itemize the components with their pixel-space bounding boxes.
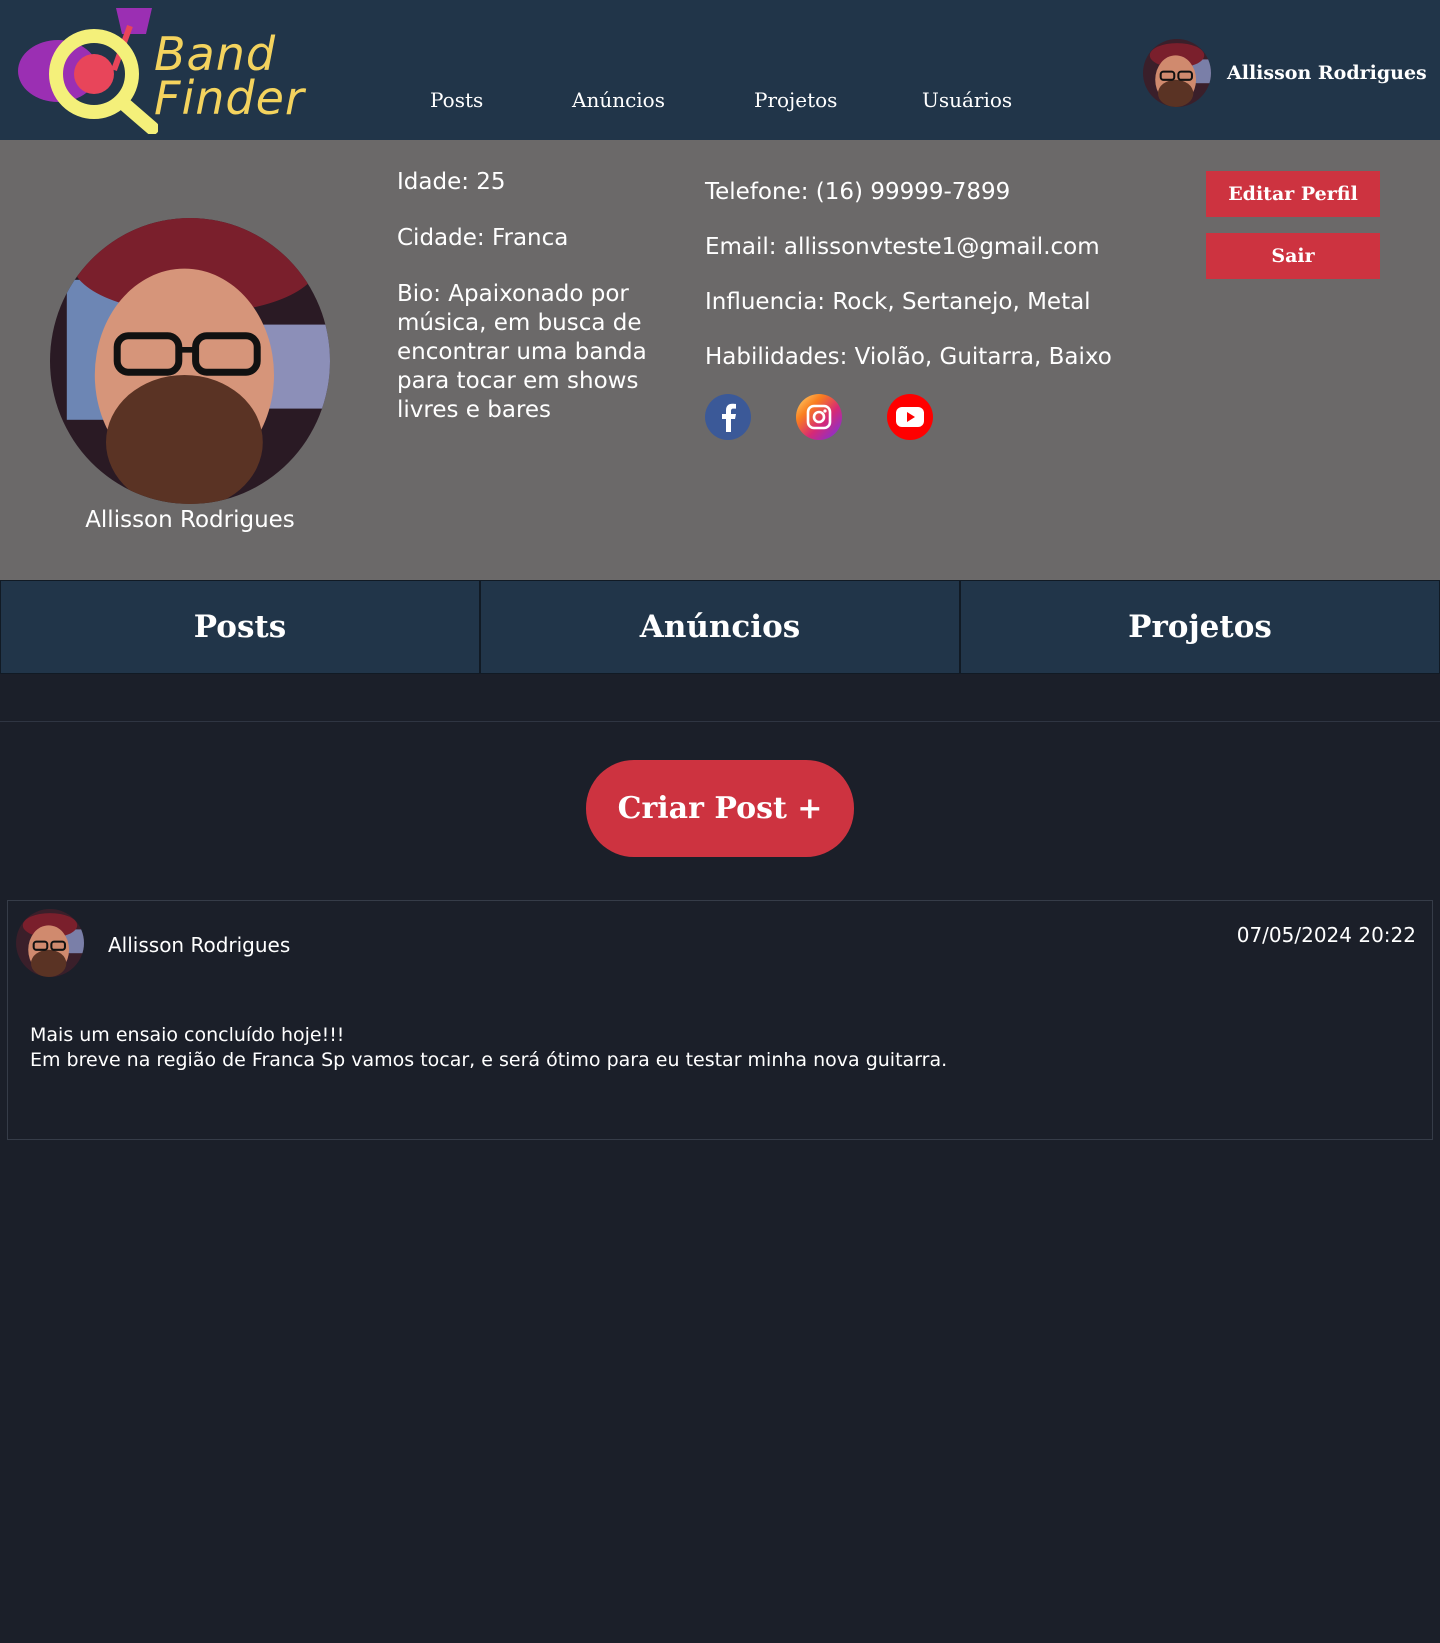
tab-anuncios[interactable]: Anúncios	[480, 580, 960, 674]
profile-tabs: Posts Anúncios Projetos	[0, 580, 1440, 674]
user-menu[interactable]: Allisson Rodrigues	[1143, 38, 1427, 108]
avatar-photo-icon	[16, 909, 84, 977]
top-header: Band Finder Posts Anúncios Projetos Usuá…	[0, 0, 1440, 140]
create-post-button[interactable]: Criar Post +	[586, 760, 854, 857]
instagram-icon[interactable]	[796, 394, 842, 440]
band-finder-logo[interactable]: Band Finder	[18, 6, 318, 134]
logout-button[interactable]: Sair	[1206, 233, 1380, 279]
facebook-icon[interactable]	[705, 394, 751, 440]
profile-name: Allisson Rodrigues	[85, 507, 295, 533]
social-links	[705, 394, 933, 440]
profile-panel: Allisson Rodrigues Idade: 25 Cidade: Fra…	[0, 140, 1440, 580]
nav-anuncios[interactable]: Anúncios	[572, 88, 665, 112]
logo-icon	[18, 8, 158, 134]
profile-bio: Bio: Apaixonado por música, em busca de …	[397, 281, 647, 423]
header-user-name[interactable]: Allisson Rodrigues	[1227, 62, 1427, 84]
logo-line-band: Band	[154, 27, 277, 81]
post-timestamp: 07/05/2024 20:22	[1236, 923, 1416, 947]
tab-posts[interactable]: Posts	[0, 580, 480, 674]
profile-email: Email: allissonvteste1@gmail.com	[705, 234, 1100, 260]
profile-age: Idade: 25	[397, 169, 506, 195]
avatar-photo-icon	[1143, 39, 1211, 107]
profile-phone: Telefone: (16) 99999-7899	[705, 179, 1011, 205]
profile-city: Cidade: Franca	[397, 225, 569, 251]
divider	[0, 721, 1440, 722]
profile-info-left: Idade: 25 Cidade: Franca Bio: Apaixonado…	[397, 168, 677, 452]
post-body: Mais um ensaio concluído hoje!!! Em brev…	[30, 1024, 948, 1071]
logo-wordmark: Band Finder	[154, 27, 305, 125]
post-author-avatar[interactable]	[16, 909, 84, 977]
tab-projetos[interactable]: Projetos	[960, 580, 1440, 674]
youtube-icon[interactable]	[887, 394, 933, 440]
profile-photo	[50, 218, 330, 504]
profile-skills: Habilidades: Violão, Guitarra, Baixo	[705, 344, 1112, 370]
profile-influences: Influencia: Rock, Sertanejo, Metal	[705, 289, 1091, 315]
post-author-name[interactable]: Allisson Rodrigues	[108, 933, 290, 957]
nav-projetos[interactable]: Projetos	[754, 88, 837, 112]
profile-info-right: Telefone: (16) 99999-7899 Email: allisso…	[705, 178, 1112, 398]
profile-photo-icon	[50, 218, 330, 504]
post-card: Allisson Rodrigues 07/05/2024 20:22 Mais…	[7, 900, 1433, 1140]
nav-posts[interactable]: Posts	[430, 88, 483, 112]
nav-usuarios[interactable]: Usuários	[922, 88, 1012, 112]
header-avatar[interactable]	[1143, 39, 1211, 107]
logo-line-finder: Finder	[154, 71, 305, 125]
edit-profile-button[interactable]: Editar Perfil	[1206, 171, 1380, 217]
